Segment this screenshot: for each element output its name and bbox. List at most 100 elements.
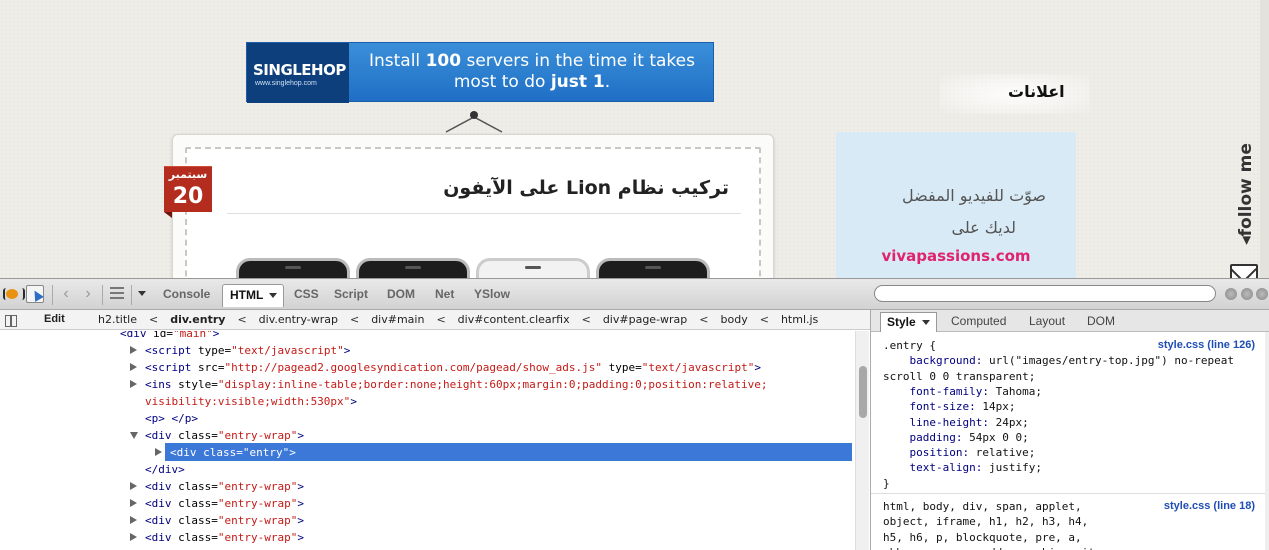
html-node[interactable]: visibility:visible;width:530px">: [145, 393, 357, 410]
tab-dom[interactable]: DOM: [387, 287, 415, 301]
css-line[interactable]: object, iframe, h1, h2, h3, h4,: [883, 514, 1088, 529]
edit-button[interactable]: Edit: [44, 313, 65, 325]
breadcrumb-separator: <: [148, 313, 159, 326]
tab-console[interactable]: Console: [163, 287, 210, 301]
css-line[interactable]: font-size: 14px;: [883, 399, 1016, 414]
html-node[interactable]: <ins style="display:inline-table;border:…: [145, 376, 768, 393]
code-token: "text/javascript": [641, 361, 755, 374]
css-line[interactable]: }: [883, 476, 890, 491]
css-line[interactable]: h5, h6, p, blockquote, pre, a,: [883, 530, 1082, 545]
chevron-down-icon[interactable]: [921, 320, 930, 326]
rule-divider: [871, 493, 1266, 494]
css-token: font-family:: [909, 384, 996, 398]
post-title[interactable]: تركيب نظام Lion على الآيفون: [443, 177, 729, 199]
page-scrollbar[interactable]: [1260, 0, 1269, 278]
css-line[interactable]: background: url("images/entry-top.jpg") …: [883, 353, 1235, 368]
search-input[interactable]: [874, 285, 1216, 302]
inspect-element-icon[interactable]: [26, 285, 44, 303]
forward-arrow-icon[interactable]: ›: [80, 285, 96, 303]
breadcrumb-item[interactable]: div.entry-wrap: [259, 313, 338, 326]
tab-css[interactable]: CSS: [294, 287, 319, 301]
side-tab-dom[interactable]: DOM: [1087, 314, 1115, 328]
tab-label: DOM: [387, 287, 415, 301]
side-tab-computed[interactable]: Computed: [951, 314, 1006, 328]
html-node[interactable]: <div class="entry-wrap">: [145, 478, 304, 495]
minimize-button[interactable]: [1225, 288, 1237, 300]
detach-button[interactable]: [1241, 288, 1253, 300]
expand-triangle-icon[interactable]: [155, 448, 162, 456]
code-token: "http://pagead2.googlesyndication.com/pa…: [224, 361, 602, 374]
code-token: "entry-wrap": [217, 429, 298, 442]
singlehop-ad-banner[interactable]: SINGLEHOP www.singlehop.com Install 100 …: [246, 42, 714, 103]
dropdown-arrow-icon[interactable]: [138, 291, 146, 296]
html-node[interactable]: <script src="http://pagead2.googlesyndic…: [145, 359, 761, 376]
css-line[interactable]: html, body, div, span, applet,: [883, 499, 1082, 514]
tab-html[interactable]: HTML: [222, 284, 285, 307]
code-token: "entry-wrap": [217, 531, 298, 544]
expand-triangle-icon[interactable]: [130, 346, 137, 354]
css-line[interactable]: scroll 0 0 transparent;: [883, 369, 1035, 384]
expand-triangle-icon[interactable]: [130, 363, 137, 371]
css-line[interactable]: position: relative;: [883, 445, 1036, 460]
breadcrumb-item[interactable]: html.js: [781, 313, 818, 326]
css-line[interactable]: padding: 54px 0 0;: [883, 430, 1029, 445]
css-line[interactable]: .entry {: [883, 338, 936, 353]
html-node[interactable]: <div class="entry-wrap">: [145, 512, 304, 529]
menu-list-icon[interactable]: [110, 287, 124, 299]
breadcrumb-item[interactable]: div#page-wrap: [603, 313, 687, 326]
date-month: سبتمبر: [168, 168, 208, 181]
css-source-link[interactable]: style.css (line 18): [1164, 499, 1255, 514]
tab-label: HTML: [230, 288, 264, 302]
code-token: class=: [203, 446, 243, 459]
mail-icon[interactable]: [1230, 264, 1258, 278]
css-line[interactable]: line-height: 24px;: [883, 415, 1029, 430]
tab-yslow[interactable]: YSlow: [474, 287, 510, 301]
breadcrumb-item[interactable]: body: [721, 313, 748, 326]
css-line[interactable]: font-family: Tahoma;: [883, 384, 1042, 399]
breadcrumb-item[interactable]: div#main: [371, 313, 424, 326]
vivapassions-ad[interactable]: صوّت للفيديو المفضل لديك على vivapassion…: [836, 132, 1076, 278]
side-panel-scrollbar[interactable]: [1265, 332, 1269, 550]
html-node[interactable]: <script type="text/javascript">: [145, 342, 350, 359]
side-tab-label: DOM: [1087, 314, 1115, 328]
code-token: <ins: [145, 378, 179, 391]
firebug-icon[interactable]: [3, 287, 25, 301]
html-node[interactable]: </div>: [145, 461, 185, 478]
html-node[interactable]: <p> </p>: [145, 410, 198, 427]
tab-script[interactable]: Script: [334, 287, 368, 301]
chevron-down-icon[interactable]: [269, 293, 278, 299]
html-node[interactable]: <div class="entry-wrap">: [145, 495, 304, 512]
scrollbar-thumb[interactable]: [859, 366, 867, 418]
expand-triangle-icon[interactable]: [130, 380, 137, 388]
html-node[interactable]: <div class="entry-wrap">: [145, 546, 304, 550]
side-tab-layout[interactable]: Layout: [1029, 314, 1065, 328]
expand-triangle-icon[interactable]: [130, 499, 137, 507]
css-line[interactable]: abbr, acronym, address, big, cite,: [883, 545, 1108, 550]
html-node[interactable]: <div class="entry-wrap">: [145, 427, 304, 444]
firebug-panel: ‹ › Console HTML CSS Script DOM Net YSlow Edit…: [0, 278, 1269, 550]
split-view-icon[interactable]: [5, 315, 17, 327]
breadcrumb-item[interactable]: div#content.clearfix: [458, 313, 570, 326]
tab-net[interactable]: Net: [435, 287, 454, 301]
html-node[interactable]: <div id="main">: [120, 331, 219, 342]
side-tab-style[interactable]: Style: [880, 312, 937, 332]
expand-triangle-icon[interactable]: [130, 482, 137, 490]
html-node[interactable]: <div class="entry-wrap">: [145, 529, 304, 546]
html-node[interactable]: <div class="entry">: [170, 444, 296, 461]
follow-me-tab[interactable]: ◂follow me: [1232, 140, 1260, 256]
expand-triangle-icon[interactable]: [130, 516, 137, 524]
css-line[interactable]: text-align: justify;: [883, 460, 1042, 475]
code-token: "entry-wrap": [217, 497, 298, 510]
css-source-link[interactable]: style.css (line 126): [1158, 338, 1255, 353]
css-token: line-height:: [909, 415, 996, 429]
code-token: >: [289, 446, 296, 459]
close-button[interactable]: [1256, 288, 1268, 300]
breadcrumb-item[interactable]: h2.title: [98, 313, 137, 326]
back-arrow-icon[interactable]: ‹: [58, 285, 74, 303]
expand-triangle-icon[interactable]: [130, 533, 137, 541]
collapse-triangle-icon[interactable]: [130, 432, 138, 439]
code-token: class=: [178, 497, 218, 510]
code-token: <div: [145, 480, 179, 493]
breadcrumb-item[interactable]: div.entry: [170, 313, 225, 326]
html-tree-scrollbar[interactable]: [855, 331, 869, 550]
